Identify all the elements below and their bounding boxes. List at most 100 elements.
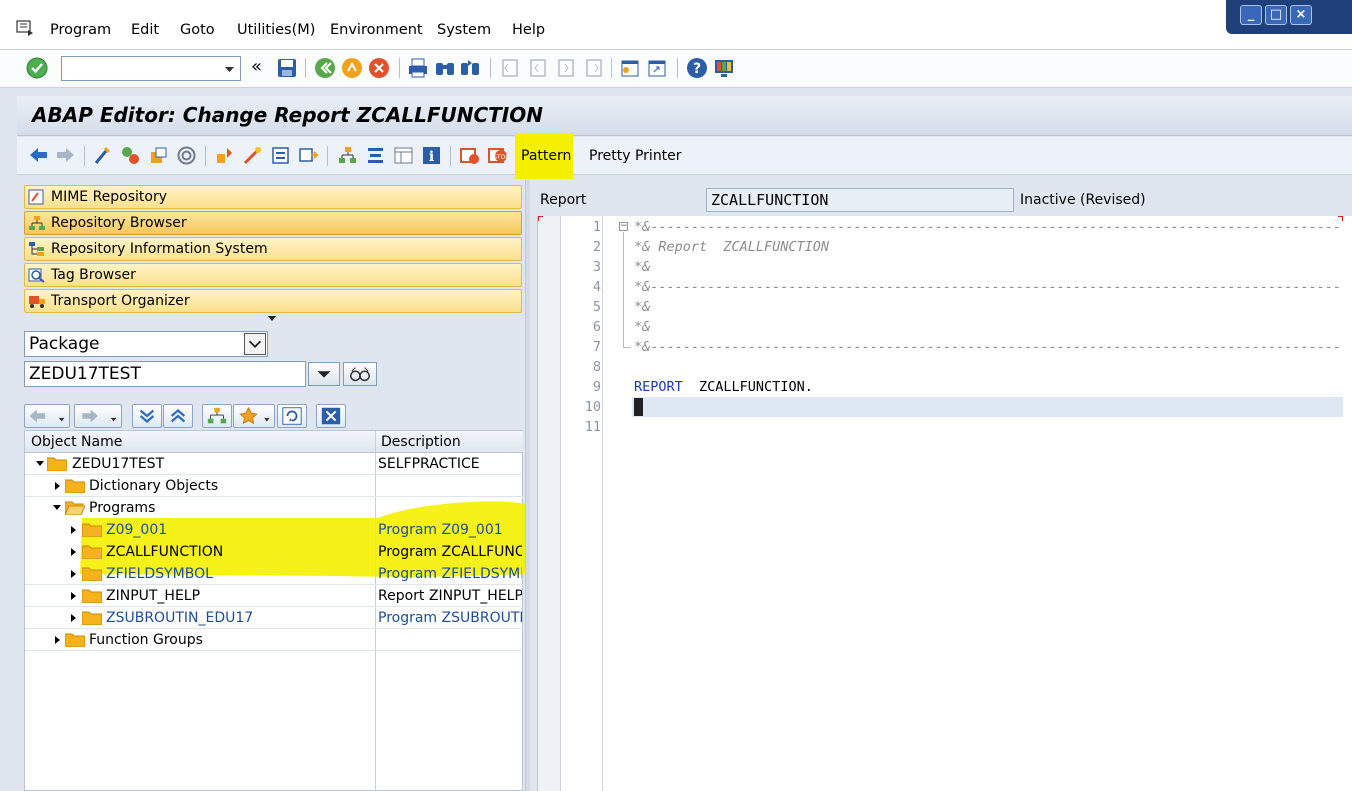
column-header-object-name[interactable]: Object Name — [31, 434, 122, 450]
repository-information-system-button[interactable]: Repository Information System — [24, 237, 522, 261]
transport-organizer-button[interactable]: Transport Organizer — [24, 289, 522, 313]
status-text: Inactive (Revised) — [1020, 192, 1146, 208]
display-change-icon[interactable] — [93, 145, 114, 166]
nav-label: Repository Information System — [51, 241, 268, 257]
repository-browser-button[interactable]: Repository Browser — [24, 211, 522, 235]
collapsed-arrow-icon[interactable] — [71, 592, 76, 600]
tree-item-label: ZFIELDSYMBOL — [106, 566, 213, 582]
menu-program[interactable]: Program — [50, 22, 111, 38]
tree-item-description: SELFPRACTICE — [378, 456, 480, 472]
command-collapse-icon[interactable]: « — [251, 56, 262, 77]
collapsed-arrow-icon[interactable] — [71, 570, 76, 578]
tree-row[interactable]: Z09_001 Program Z09_001 — [25, 519, 523, 541]
tree-row[interactable]: Dictionary Objects — [25, 475, 523, 497]
tree-item-label: Programs — [89, 500, 156, 516]
editor-gutter — [538, 216, 561, 791]
collapsed-arrow-icon[interactable] — [71, 526, 76, 534]
tree-row[interactable]: ZINPUT_HELP Report ZINPUT_HELP — [25, 585, 523, 607]
stop-breakpoint-icon[interactable]: STOP — [487, 145, 508, 166]
tag-search-icon — [28, 268, 45, 283]
tree-row[interactable]: Programs — [25, 497, 523, 519]
previous-page-icon[interactable] — [527, 57, 549, 79]
object-type-select[interactable]: Package — [24, 331, 268, 357]
arrow-right-icon[interactable] — [55, 145, 76, 166]
menu-system[interactable]: System — [437, 22, 491, 38]
display-glasses-icon[interactable] — [343, 362, 377, 386]
activate-icon[interactable] — [214, 145, 235, 166]
tree-row[interactable]: ZCALLFUNCTION Program ZCALLFUNCTION — [25, 541, 523, 563]
close-icon[interactable]: × — [1290, 5, 1312, 25]
line-number: 4 — [592, 279, 601, 295]
collapsed-arrow-icon[interactable] — [71, 548, 76, 556]
column-header-description[interactable]: Description — [381, 434, 461, 450]
first-page-icon[interactable] — [499, 57, 521, 79]
object-name-dropdown-icon[interactable] — [308, 362, 340, 386]
command-dropdown-icon[interactable] — [219, 57, 240, 80]
minimize-icon[interactable]: _ — [1240, 5, 1262, 25]
shortcut-icon[interactable] — [646, 57, 668, 79]
tree-hierarchy-icon[interactable] — [202, 404, 232, 428]
last-page-icon[interactable] — [583, 57, 605, 79]
tag-browser-button[interactable]: Tag Browser — [24, 263, 522, 287]
menu-edit[interactable]: Edit — [131, 22, 159, 38]
menu-utilities[interactable]: Utilities(M) — [237, 22, 315, 38]
tree-row[interactable]: ZFIELDSYMBOL Program ZFIELDSYMBOL — [25, 563, 523, 585]
menu-list-icon[interactable] — [16, 20, 34, 36]
close-tree-icon[interactable] — [316, 404, 346, 428]
navigation-window-icon[interactable] — [298, 145, 319, 166]
arrow-left-icon[interactable] — [28, 145, 49, 166]
check-syntax-icon[interactable] — [176, 145, 197, 166]
back-icon[interactable] — [314, 57, 336, 79]
menu-goto[interactable]: Goto — [180, 22, 215, 38]
find-next-icon[interactable] — [459, 57, 481, 79]
command-field[interactable] — [61, 56, 241, 81]
tree-item-description: Program ZCALLFUNCTION — [378, 544, 522, 560]
collapsed-arrow-icon[interactable] — [55, 636, 60, 644]
other-object-icon[interactable] — [148, 145, 169, 166]
set-breakpoint-icon[interactable] — [459, 145, 480, 166]
save-icon[interactable] — [276, 57, 298, 79]
object-list-icon[interactable] — [337, 145, 358, 166]
tree-row[interactable]: ZSUBROUTIN_EDU17 Program ZSUBROUTIN_EDU1… — [25, 607, 523, 629]
expanded-arrow-icon[interactable] — [36, 461, 44, 466]
report-name-field[interactable]: ZCALLFUNCTION — [706, 188, 1014, 212]
enter-check-icon[interactable] — [26, 57, 48, 79]
tree-forward-icon[interactable] — [74, 404, 122, 428]
print-icon[interactable] — [407, 57, 429, 79]
collapsed-arrow-icon[interactable] — [71, 614, 76, 622]
info-icon[interactable]: i — [421, 145, 442, 166]
pretty-printer-button[interactable]: Pretty Printer — [589, 148, 682, 164]
code-line: *&--------------------------------------… — [634, 279, 1343, 295]
exit-icon[interactable] — [341, 57, 363, 79]
find-icon[interactable] — [434, 57, 456, 79]
menu-environment[interactable]: Environment — [330, 22, 423, 38]
expanded-arrow-icon[interactable] — [53, 505, 61, 510]
refresh-icon[interactable] — [277, 404, 307, 428]
active-inactive-icon[interactable] — [120, 145, 141, 166]
pane-dropdown-icon[interactable] — [267, 315, 277, 323]
mime-repository-button[interactable]: MIME Repository — [24, 185, 522, 209]
customize-layout-icon[interactable] — [713, 57, 735, 79]
test-direct-icon[interactable] — [242, 145, 263, 166]
collapsed-arrow-icon[interactable] — [55, 482, 60, 490]
tree-back-icon[interactable] — [24, 404, 70, 428]
where-used-icon[interactable] — [270, 145, 291, 166]
tree-row[interactable]: ZEDU17TEST SELFPRACTICE — [25, 453, 523, 475]
next-page-icon[interactable] — [555, 57, 577, 79]
frame-icon[interactable] — [393, 145, 414, 166]
expand-subtree-icon[interactable] — [132, 404, 162, 428]
maximize-icon[interactable]: □ — [1265, 5, 1287, 25]
favorites-star-icon[interactable] — [233, 404, 275, 428]
object-name-input[interactable]: ZEDU17TEST — [24, 361, 306, 387]
code-line: *& — [634, 319, 651, 335]
pattern-button[interactable]: Pattern — [521, 148, 571, 164]
collapse-subtree-icon[interactable] — [163, 404, 193, 428]
enhance-icon[interactable] — [365, 145, 386, 166]
fold-toggle-icon[interactable]: − — [619, 222, 628, 231]
help-icon[interactable]: ? — [686, 57, 708, 79]
new-session-icon[interactable] — [619, 57, 641, 79]
chevron-down-icon[interactable] — [244, 333, 266, 355]
menu-help[interactable]: Help — [512, 22, 545, 38]
tree-row[interactable]: Function Groups — [25, 629, 523, 651]
cancel-icon[interactable] — [368, 57, 390, 79]
